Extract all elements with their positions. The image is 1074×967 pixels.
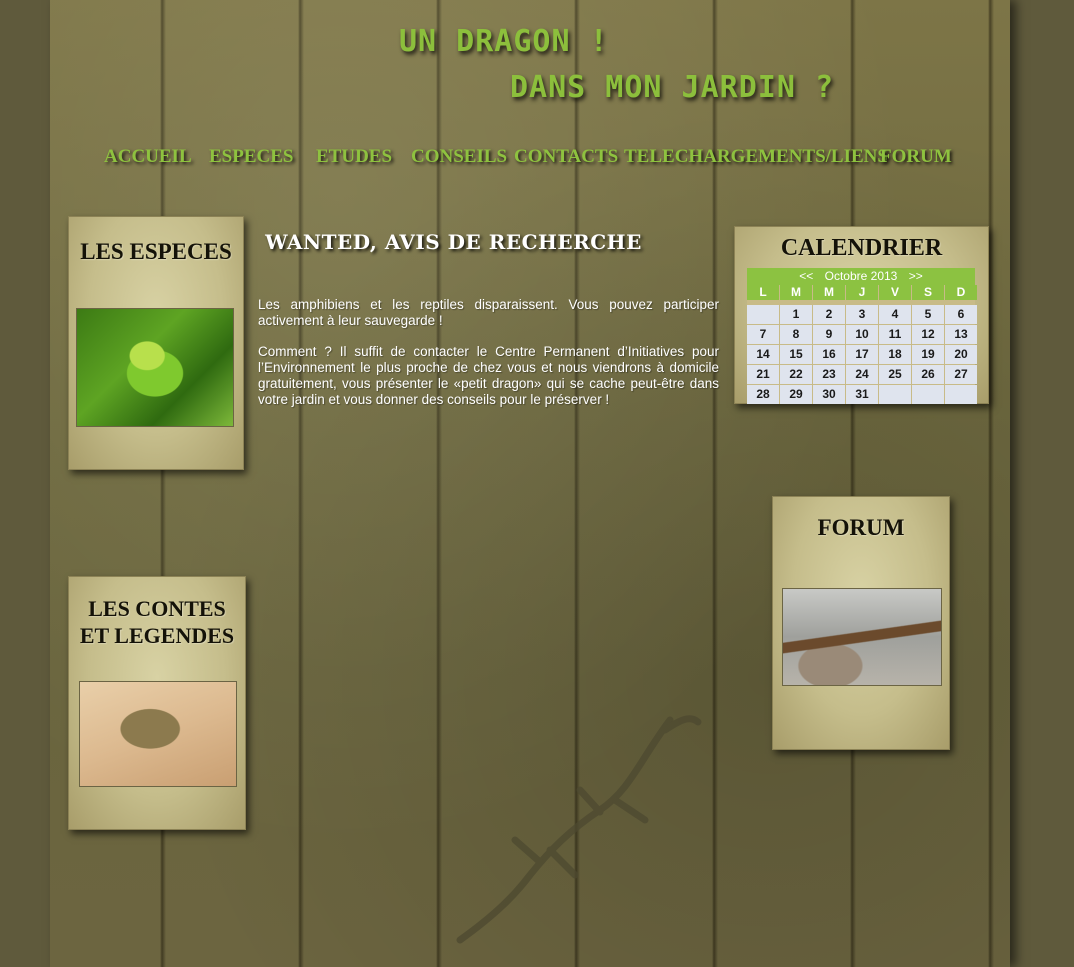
calendar-day[interactable]: 4	[879, 305, 911, 324]
calendar-day[interactable]: 1	[780, 305, 812, 324]
calendar-day[interactable]: 16	[813, 345, 845, 364]
calendar-day[interactable]: 30	[813, 385, 845, 404]
body-paragraph: Comment ? Il suffit de contacter le Cent…	[258, 344, 719, 407]
calendar-empty-cell	[912, 385, 944, 404]
calendar-day[interactable]: 19	[912, 345, 944, 364]
lizard-photo-icon[interactable]	[782, 588, 942, 686]
calendar-day[interactable]: 18	[879, 345, 911, 364]
calendar-card: CALENDRIER << Octobre 2013 >> LMMJVSD123…	[734, 226, 989, 404]
nav-item-conseils[interactable]: CONSEILS	[411, 146, 507, 168]
forum-card[interactable]: FORUM	[772, 496, 950, 750]
site-title-line2: DANS MON JARDIN ?	[510, 70, 835, 105]
intro-paragraph: Les amphibiens et les reptiles disparais…	[258, 297, 719, 328]
calendar-title: CALENDRIER	[780, 235, 943, 261]
calendar-day[interactable]: 21	[747, 365, 779, 384]
calendar-day[interactable]: 14	[747, 345, 779, 364]
contes-card-title-line2: ET LEGENDES	[79, 623, 235, 648]
calendar-day[interactable]: 10	[846, 325, 878, 344]
nav-item-accueil[interactable]: ACCUEIL	[104, 146, 192, 168]
calendar-day[interactable]: 28	[747, 385, 779, 404]
nav-item-contacts[interactable]: CONTACTS	[514, 146, 618, 168]
forum-card-title: FORUM	[817, 515, 905, 540]
contes-card[interactable]: LES CONTES ET LEGENDES	[68, 576, 246, 830]
calendar-weekday: D	[945, 285, 977, 300]
calendar-weekday: J	[846, 285, 878, 300]
calendar-day[interactable]: 12	[912, 325, 944, 344]
site-title-line1: UN DRAGON !	[399, 24, 609, 59]
calendar-weekday: M	[780, 285, 812, 300]
toad-photo-icon[interactable]	[79, 681, 237, 787]
calendar-next-button[interactable]: >>	[909, 269, 923, 283]
calendar-grid: L M M J V S D 1 2 3 4 5 6 7 8 9 10 11 12 13 14 15 16 17 18 19 20 21…	[747, 285, 977, 404]
calendar-day[interactable]: 15	[780, 345, 812, 364]
calendar-month-label: Octobre 2013	[824, 269, 898, 283]
calendar-prev-button[interactable]: <<	[799, 269, 813, 283]
nav-item-etudes[interactable]: ETUDES	[316, 146, 392, 168]
calendar-day[interactable]: 27	[945, 365, 977, 384]
calendar-empty-cell	[945, 385, 977, 404]
especes-card-title: LES ESPECES	[80, 239, 232, 264]
calendar-day[interactable]: 29	[780, 385, 812, 404]
calendar-weekday: V	[879, 285, 911, 300]
calendar-day[interactable]: 17	[846, 345, 878, 364]
calendar-day[interactable]: 11	[879, 325, 911, 344]
calendar-day[interactable]: 26	[912, 365, 944, 384]
especes-card[interactable]: LES ESPECES	[68, 216, 244, 470]
calendar-day[interactable]: 6	[945, 305, 977, 324]
contes-card-title-line1: LES CONTES	[88, 596, 226, 621]
calendar-weekday: M	[813, 285, 845, 300]
calendar-day[interactable]: 25	[879, 365, 911, 384]
contes-card-title: LES CONTES ET LEGENDES	[69, 595, 245, 649]
calendar-day[interactable]: 24	[846, 365, 878, 384]
calendar-empty-cell	[879, 385, 911, 404]
calendar-day[interactable]: 20	[945, 345, 977, 364]
nav-item-forum[interactable]: FORUM	[880, 146, 952, 168]
main-nav: ACCUEIL ESPECES ETUDES CONSEILS CONTACTS…	[0, 146, 1074, 176]
calendar-day[interactable]: 22	[780, 365, 812, 384]
calendar-day[interactable]: 31	[846, 385, 878, 404]
page-title: WANTED, AVIS DE RECHERCHE	[265, 230, 642, 254]
nav-item-especes[interactable]: ESPECES	[209, 146, 293, 168]
calendar-weekday: L	[747, 285, 779, 300]
calendar-day[interactable]: 7	[747, 325, 779, 344]
calendar-header: << Octobre 2013 >>	[747, 268, 975, 285]
calendar-empty-cell	[747, 305, 779, 324]
nav-item-telechargements[interactable]: TELECHARGEMENTS/LIENS	[624, 146, 888, 168]
calendar-day[interactable]: 2	[813, 305, 845, 324]
calendar-day[interactable]: 3	[846, 305, 878, 324]
frog-photo-icon[interactable]	[76, 308, 234, 427]
calendar-day[interactable]: 9	[813, 325, 845, 344]
calendar-day[interactable]: 13	[945, 325, 977, 344]
calendar-weekday: S	[912, 285, 944, 300]
calendar-day[interactable]: 5	[912, 305, 944, 324]
calendar-day[interactable]: 23	[813, 365, 845, 384]
calendar-day[interactable]: 8	[780, 325, 812, 344]
